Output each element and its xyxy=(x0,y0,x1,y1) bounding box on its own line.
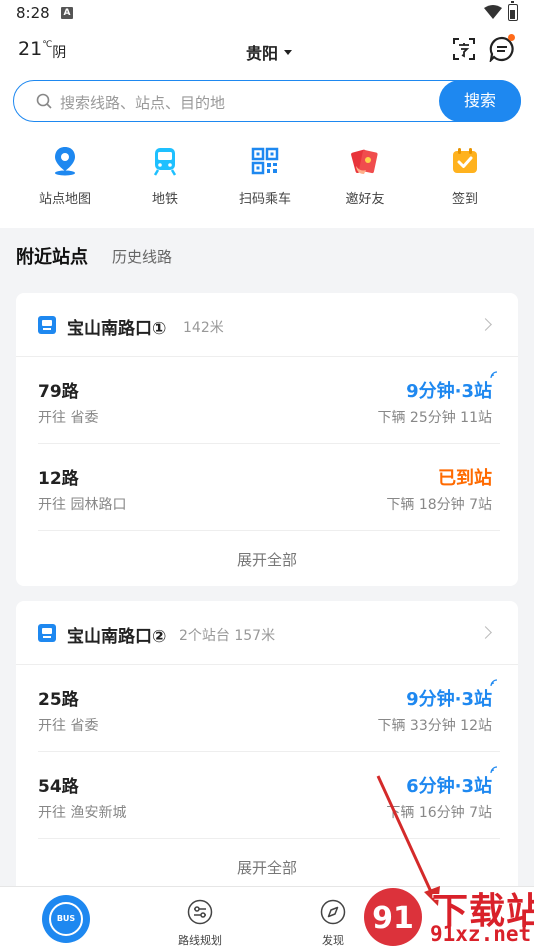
route-plan-icon xyxy=(187,899,213,925)
tab-nearby-stations[interactable]: 附近站点 xyxy=(16,243,88,269)
quick-action-check-in[interactable]: 签到 xyxy=(425,146,505,207)
route-next-bus: 下辆 33分钟 12站 xyxy=(377,718,492,734)
weather[interactable]: 21 ℃ 阴 xyxy=(18,38,66,62)
route-next-bus: 下辆 16分钟 7站 xyxy=(386,805,492,821)
bus-badge-icon: BUS xyxy=(49,902,83,936)
route-direction: 开往 省委 xyxy=(38,410,99,426)
route-eta: 9分钟·3站 xyxy=(406,381,492,402)
station-name: 宝山南路口① xyxy=(67,319,167,339)
compass-icon xyxy=(320,899,346,925)
divider xyxy=(38,530,500,531)
route-direction: 开往 园林路口 xyxy=(38,497,127,513)
route-row[interactable]: 25路 开往 省委 9分钟·3站 下辆 33分钟 12站 xyxy=(16,665,518,752)
realtime-signal-icon xyxy=(490,371,498,379)
route-eta: 6分钟·3站 xyxy=(406,776,492,797)
search-input[interactable]: 搜索线路、站点、目的地 xyxy=(60,92,225,113)
divider xyxy=(38,838,500,839)
route-row[interactable]: 79路 开往 省委 9分钟·3站 下辆 25分钟 11站 xyxy=(16,357,518,444)
route-row[interactable]: 12路 开往 园林路口 已到站 下辆 18分钟 7站 xyxy=(16,444,518,531)
watermark-line2: 91xz.net xyxy=(430,922,532,946)
quick-action-label: 签到 xyxy=(451,192,478,207)
realtime-signal-icon xyxy=(490,766,498,774)
chevron-right-icon xyxy=(479,318,492,331)
station-header[interactable]: 宝山南路口② 2个站台 157米 xyxy=(16,601,518,665)
status-bar: 8:28 A xyxy=(0,0,534,28)
tab-history-routes[interactable]: 历史线路 xyxy=(112,246,172,267)
route-name: 25路 xyxy=(38,690,79,710)
weather-condition: 阴 xyxy=(52,45,67,61)
expand-all-button[interactable]: 展开全部 xyxy=(16,549,518,570)
route-name: 79路 xyxy=(38,382,79,402)
route-direction: 开往 渔安新城 xyxy=(38,805,127,821)
route-row[interactable]: 54路 开往 渔安新城 6分钟·3站 下辆 16分钟 7站 xyxy=(16,752,518,839)
weather-temperature: 21 xyxy=(18,38,43,60)
quick-action-subway[interactable]: 地铁 xyxy=(125,146,205,207)
chevron-right-icon xyxy=(479,626,492,639)
route-name: 54路 xyxy=(38,777,79,797)
subway-icon xyxy=(153,148,177,176)
site-logo-icon: 91 xyxy=(364,888,422,946)
translate-icon[interactable] xyxy=(451,36,477,62)
station-distance: 142米 xyxy=(183,320,224,336)
station-header[interactable]: 宝山南路口① 142米 xyxy=(16,293,518,357)
station-name: 宝山南路口② xyxy=(67,627,167,647)
nav-route-planning[interactable]: 路线规划 xyxy=(160,899,240,948)
quick-action-label: 扫码乘车 xyxy=(238,192,291,207)
caret-down-icon xyxy=(284,49,293,55)
red-envelope-icon xyxy=(351,149,378,174)
route-eta: 9分钟·3站 xyxy=(406,689,492,710)
search-button[interactable]: 搜索 xyxy=(439,80,521,122)
quick-action-station-map[interactable]: 站点地图 xyxy=(25,146,105,207)
nav-label: 路线规划 xyxy=(178,934,222,947)
wifi-icon xyxy=(484,5,502,19)
bus-stop-icon xyxy=(38,316,56,334)
station-card: 宝山南路口① 142米 79路 开往 省委 9分钟·3站 下辆 25分钟 11站… xyxy=(16,293,518,586)
quick-action-label: 邀好友 xyxy=(345,192,385,207)
quick-action-label: 站点地图 xyxy=(38,192,91,207)
route-eta: 已到站 xyxy=(438,468,492,489)
qr-code-icon xyxy=(251,147,279,175)
station-distance: 2个站台 157米 xyxy=(179,628,276,644)
logo-digits: 91 xyxy=(372,901,414,936)
watermark: 91 下载站 91xz.net xyxy=(356,880,534,950)
route-next-bus: 下辆 25分钟 11站 xyxy=(377,410,492,426)
route-direction: 开往 省委 xyxy=(38,718,99,734)
notification-a-icon: A xyxy=(61,7,73,19)
route-name: 12路 xyxy=(38,469,79,489)
search-icon xyxy=(36,93,52,109)
weather-unit: ℃ xyxy=(42,40,53,50)
search-bar[interactable]: 搜索线路、站点、目的地 搜索 xyxy=(13,80,521,122)
status-time: 8:28 xyxy=(16,4,50,22)
quick-action-label: 地铁 xyxy=(151,192,178,207)
station-map-pin-icon xyxy=(55,147,75,176)
check-in-calendar-icon xyxy=(453,148,477,173)
bus-stop-icon xyxy=(38,624,56,642)
city-name: 贵阳 xyxy=(246,44,279,63)
battery-icon xyxy=(508,1,518,21)
realtime-signal-icon xyxy=(490,679,498,687)
quick-action-scan[interactable]: 扫码乘车 xyxy=(225,146,305,207)
city-selector[interactable]: 贵阳 xyxy=(246,40,293,64)
station-card: 宝山南路口② 2个站台 157米 25路 开往 省委 9分钟·3站 下辆 33分… xyxy=(16,601,518,901)
route-next-bus: 下辆 18分钟 7站 xyxy=(386,497,492,513)
expand-all-button[interactable]: 展开全部 xyxy=(16,857,518,878)
quick-action-invite[interactable]: 邀好友 xyxy=(325,146,405,207)
nav-home-bus[interactable]: BUS xyxy=(42,895,90,943)
notification-dot xyxy=(508,34,515,41)
